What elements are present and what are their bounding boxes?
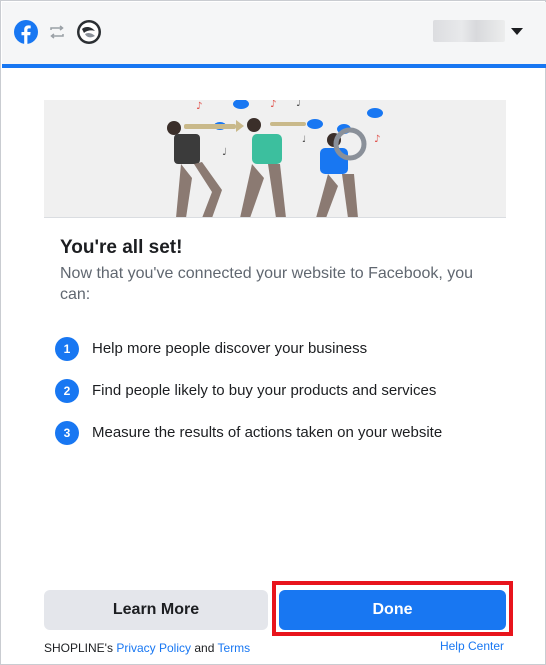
legal-text: SHOPLINE's Privacy Policy and Terms [44, 641, 250, 655]
done-button[interactable]: Done [279, 590, 506, 630]
step-number-badge: 2 [55, 379, 79, 403]
page-subtitle: Now that you've connected your website t… [60, 265, 474, 303]
legal-prefix: SHOPLINE's [44, 641, 113, 655]
step-text: Find people likely to buy your products … [92, 382, 437, 399]
step-number-badge: 3 [55, 421, 79, 445]
svg-text:♪: ♪ [270, 100, 276, 110]
terms-link[interactable]: Terms [218, 641, 251, 655]
step-text: Measure the results of actions taken on … [92, 424, 443, 441]
svg-text:♪: ♪ [374, 134, 380, 145]
step-number-badge: 1 [55, 337, 79, 361]
help-center-link[interactable]: Help Center [440, 639, 504, 653]
header-accent-line [2, 64, 546, 68]
step-text: Help more people discover your business [92, 340, 368, 357]
sync-arrows-icon [50, 25, 64, 39]
benefits-list: 1 Help more people discover your busines… [55, 337, 505, 463]
svg-text:♩: ♩ [296, 100, 301, 109]
hero-illustration: ♪ ♪ ♪ ♩ ♩ ♩ [44, 100, 506, 218]
shopline-logo-icon [77, 20, 101, 44]
learn-more-button[interactable]: Learn More [44, 590, 268, 630]
page-title: You're all set! [60, 237, 183, 258]
account-name-redacted[interactable] [433, 20, 505, 42]
list-item: 1 Help more people discover your busines… [55, 337, 505, 379]
legal-and: and [194, 641, 215, 655]
privacy-policy-link[interactable]: Privacy Policy [116, 641, 191, 655]
chevron-down-icon[interactable] [511, 28, 523, 35]
svg-text:♪: ♪ [196, 101, 202, 112]
band-musicians-illustration: ♪ ♪ ♪ ♩ ♩ ♩ [167, 100, 383, 217]
facebook-logo-icon [14, 20, 38, 44]
svg-text:♩: ♩ [302, 135, 306, 145]
svg-text:♩: ♩ [222, 147, 227, 158]
dialog-window: ♪ ♪ ♪ ♩ ♩ ♩ You're all set! Now that you… [0, 0, 546, 665]
list-item: 3 Measure the results of actions taken o… [55, 421, 505, 463]
list-item: 2 Find people likely to buy your product… [55, 379, 505, 421]
